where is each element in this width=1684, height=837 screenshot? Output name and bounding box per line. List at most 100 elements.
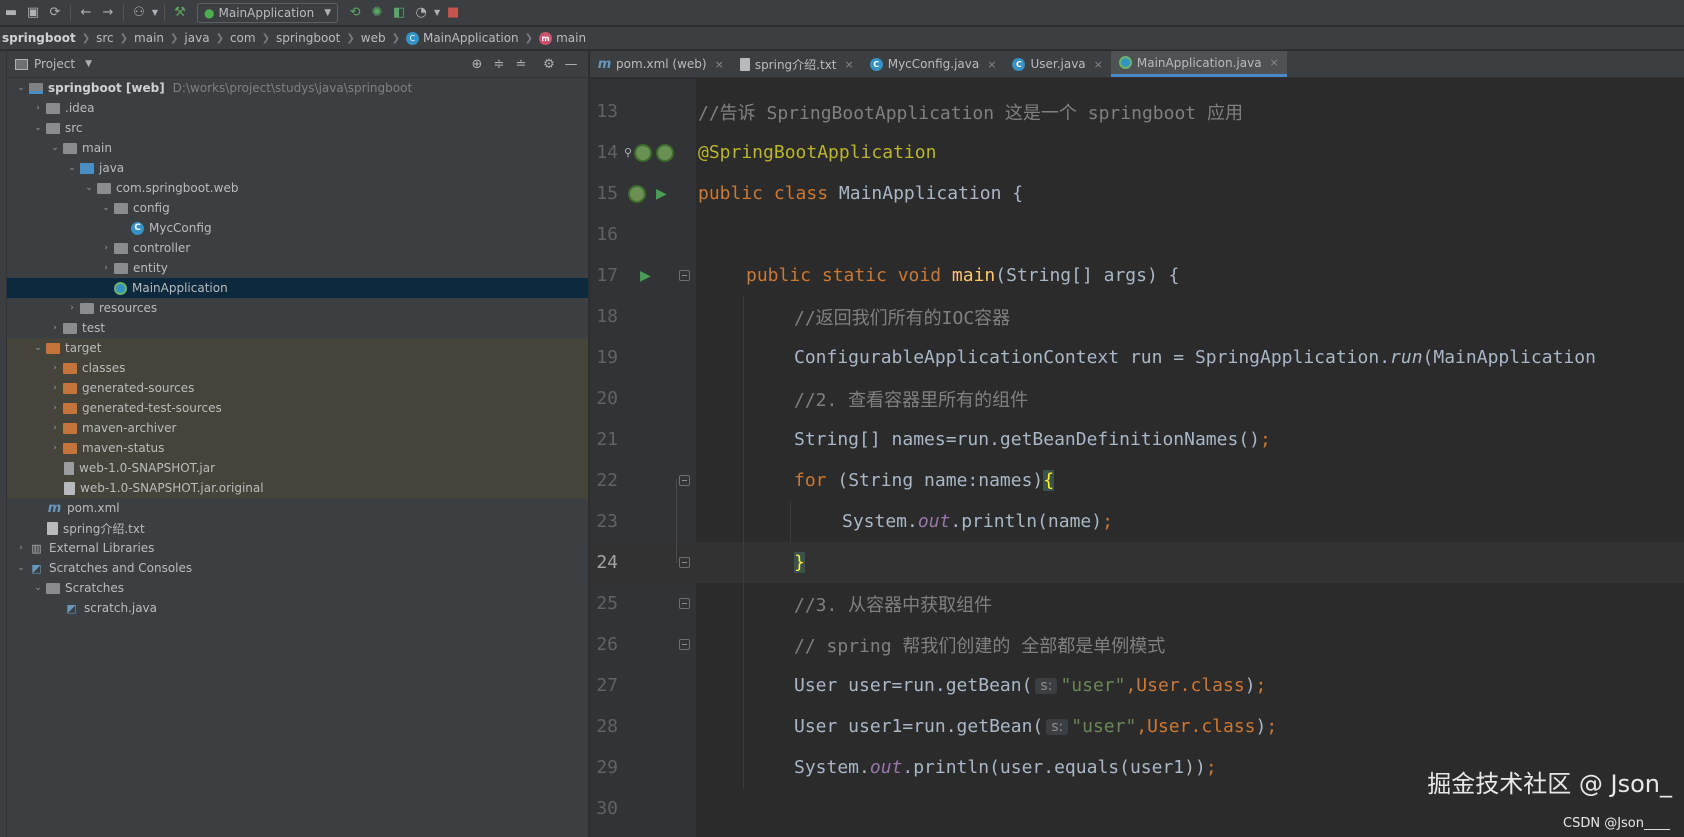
chevron-right-icon[interactable]: › — [64, 303, 80, 313]
tree-item-entity[interactable]: › entity — [7, 258, 588, 278]
tree-item-controller[interactable]: › controller — [7, 238, 588, 258]
tree-item-maven-status[interactable]: › maven-status — [7, 438, 588, 458]
tree-item-classes[interactable]: › classes — [7, 358, 588, 378]
chevron-right-icon[interactable]: › — [47, 323, 63, 333]
sync-icon[interactable]: ⟳ — [44, 2, 66, 24]
tab-pom-xml[interactable]: m pom.xml (web) × — [590, 51, 732, 77]
code-editor[interactable]: 13 14 ⚲ 15 ▶ 16 17 ▶ 18 19 20 21 22 23 2… — [590, 79, 1684, 837]
chevron-down-icon[interactable]: ⌄ — [30, 343, 46, 353]
tree-item-generated-sources[interactable]: › generated-sources — [7, 378, 588, 398]
breadcrumb-separator: ❯ — [391, 32, 400, 44]
close-icon[interactable]: × — [1094, 58, 1103, 71]
forward-arrow-icon[interactable]: → — [97, 2, 119, 24]
tree-item-maven-archiver[interactable]: › maven-archiver — [7, 418, 588, 438]
tree-item-package[interactable]: ⌄ com.springboot.web — [7, 178, 588, 198]
tree-item-resources[interactable]: › resources — [7, 298, 588, 318]
profile-icon[interactable]: ◔ — [410, 2, 432, 24]
close-icon[interactable]: × — [715, 58, 724, 71]
chevron-down-icon[interactable]: ⌄ — [13, 563, 29, 573]
build-hammer-icon[interactable]: ⚒ — [169, 2, 191, 24]
chevron-down-icon[interactable]: ⌄ — [30, 123, 46, 133]
tree-item-external-libraries[interactable]: › ▥ External Libraries — [7, 538, 588, 558]
save-icon[interactable]: ▣ — [22, 2, 44, 24]
close-icon[interactable]: × — [987, 58, 996, 71]
tree-item-pom[interactable]: m pom.xml — [7, 498, 588, 518]
tree-item-mainapplication[interactable]: MainApplication — [7, 278, 588, 298]
tree-item-scratches[interactable]: ⌄ Scratches — [7, 578, 588, 598]
tree-item-jar-original[interactable]: web-1.0-SNAPSHOT.jar.original — [7, 478, 588, 498]
tab-spring-txt[interactable]: spring介绍.txt × — [732, 51, 862, 77]
excluded-folder-icon — [46, 342, 60, 354]
toolbar-divider — [70, 4, 71, 21]
chevron-down-icon[interactable]: ⌄ — [81, 183, 97, 193]
tree-item-src[interactable]: ⌄ src — [7, 118, 588, 138]
breadcrumb-item-springboot-pkg[interactable]: springboot — [276, 31, 340, 45]
resources-folder-icon — [80, 302, 94, 314]
breadcrumb-item-web[interactable]: web — [361, 31, 386, 45]
tree-item-spring-txt[interactable]: spring介绍.txt — [7, 518, 588, 538]
project-panel-title[interactable]: Project — [34, 57, 75, 71]
close-icon[interactable]: × — [845, 58, 854, 71]
chevron-right-icon[interactable]: › — [98, 243, 114, 253]
chevron-right-icon[interactable]: › — [98, 263, 114, 273]
breadcrumb-item-springboot[interactable]: springboot — [2, 31, 76, 45]
breadcrumb-item-com[interactable]: com — [230, 31, 256, 45]
coverage-icon[interactable]: ◧ — [388, 2, 410, 24]
chevron-right-icon[interactable]: › — [13, 543, 29, 553]
tab-user[interactable]: C User.java × — [1004, 51, 1110, 77]
tree-item-test[interactable]: › test — [7, 318, 588, 338]
tree-item-mycconfig[interactable]: C MycConfig — [7, 218, 588, 238]
tree-item-config[interactable]: ⌄ config — [7, 198, 588, 218]
tree-item-scratches-consoles[interactable]: ⌄ ◩ Scratches and Consoles — [7, 558, 588, 578]
breadcrumb-item-mainapplication[interactable]: C MainApplication — [405, 31, 519, 45]
class-icon: C — [131, 221, 144, 235]
user-icon[interactable]: ⚇ — [128, 2, 150, 24]
hide-panel-icon[interactable]: — — [560, 57, 582, 72]
chevron-right-icon[interactable]: › — [47, 403, 63, 413]
gear-icon[interactable]: ⚙ — [538, 57, 560, 72]
tree-item-idea[interactable]: › .idea — [7, 98, 588, 118]
close-icon[interactable]: × — [1270, 56, 1279, 69]
tree-item-java[interactable]: ⌄ java — [7, 158, 588, 178]
breadcrumb-item-java[interactable]: java — [184, 31, 209, 45]
chevron-down-icon[interactable]: ⌄ — [64, 163, 80, 173]
tab-label: User.java — [1030, 57, 1086, 71]
open-folder-icon[interactable]: ▬ — [0, 2, 22, 24]
chevron-down-icon[interactable]: ⌄ — [30, 583, 46, 593]
chevron-right-icon[interactable]: › — [47, 423, 63, 433]
tree-item-main[interactable]: ⌄ main — [7, 138, 588, 158]
breadcrumb-item-src[interactable]: src — [96, 31, 114, 45]
tree-item-target[interactable]: ⌄ target — [7, 338, 588, 358]
locate-target-icon[interactable]: ⊕ — [466, 57, 488, 72]
chevron-right-icon[interactable]: › — [47, 363, 63, 373]
breadcrumb-item-main[interactable]: main — [134, 31, 164, 45]
tree-item-jar[interactable]: web-1.0-SNAPSHOT.jar — [7, 458, 588, 478]
debug-bug-icon[interactable]: ✺ — [366, 2, 388, 24]
chevron-down-icon[interactable]: ⌄ — [13, 83, 29, 93]
chevron-down-icon[interactable]: ⌄ — [47, 143, 63, 153]
chevron-down-icon[interactable]: ⌄ — [98, 203, 114, 213]
code-text: System. — [842, 511, 918, 532]
tree-item-generated-test-sources[interactable]: › generated-test-sources — [7, 398, 588, 418]
dropdown-caret-icon[interactable]: ▼ — [150, 2, 160, 24]
breadcrumb-separator: ❯ — [524, 32, 534, 44]
chevron-right-icon[interactable]: › — [47, 443, 63, 453]
tree-item-label: java — [99, 161, 125, 175]
run-configuration-select[interactable]: ● MainApplication ▼ — [197, 2, 339, 23]
rerun-icon[interactable]: ⟲ — [344, 2, 366, 24]
tab-mycconfig[interactable]: C MycConfig.java × — [862, 51, 1005, 77]
breadcrumb-item-main-method[interactable]: m main — [539, 31, 586, 45]
chevron-right-icon[interactable]: › — [47, 383, 63, 393]
tab-mainapplication[interactable]: MainApplication.java × — [1110, 51, 1287, 77]
chevron-down-icon[interactable]: ▼ — [85, 59, 92, 69]
code-semicolon: ; — [1205, 757, 1217, 778]
expand-all-icon[interactable]: ≑ — [488, 57, 510, 72]
back-arrow-icon[interactable]: ← — [75, 2, 97, 24]
tree-item-scratch-java[interactable]: ◩ scratch.java — [7, 598, 588, 618]
chevron-right-icon[interactable]: › — [30, 103, 46, 113]
dropdown-caret-icon[interactable]: ▼ — [432, 2, 442, 24]
collapse-all-icon[interactable]: ≐ — [510, 57, 532, 72]
tree-item-module[interactable]: ⌄ springboot [web] D:\works\project\stud… — [7, 78, 588, 98]
text-file-icon — [739, 57, 750, 71]
stop-icon[interactable]: ■ — [442, 2, 464, 24]
